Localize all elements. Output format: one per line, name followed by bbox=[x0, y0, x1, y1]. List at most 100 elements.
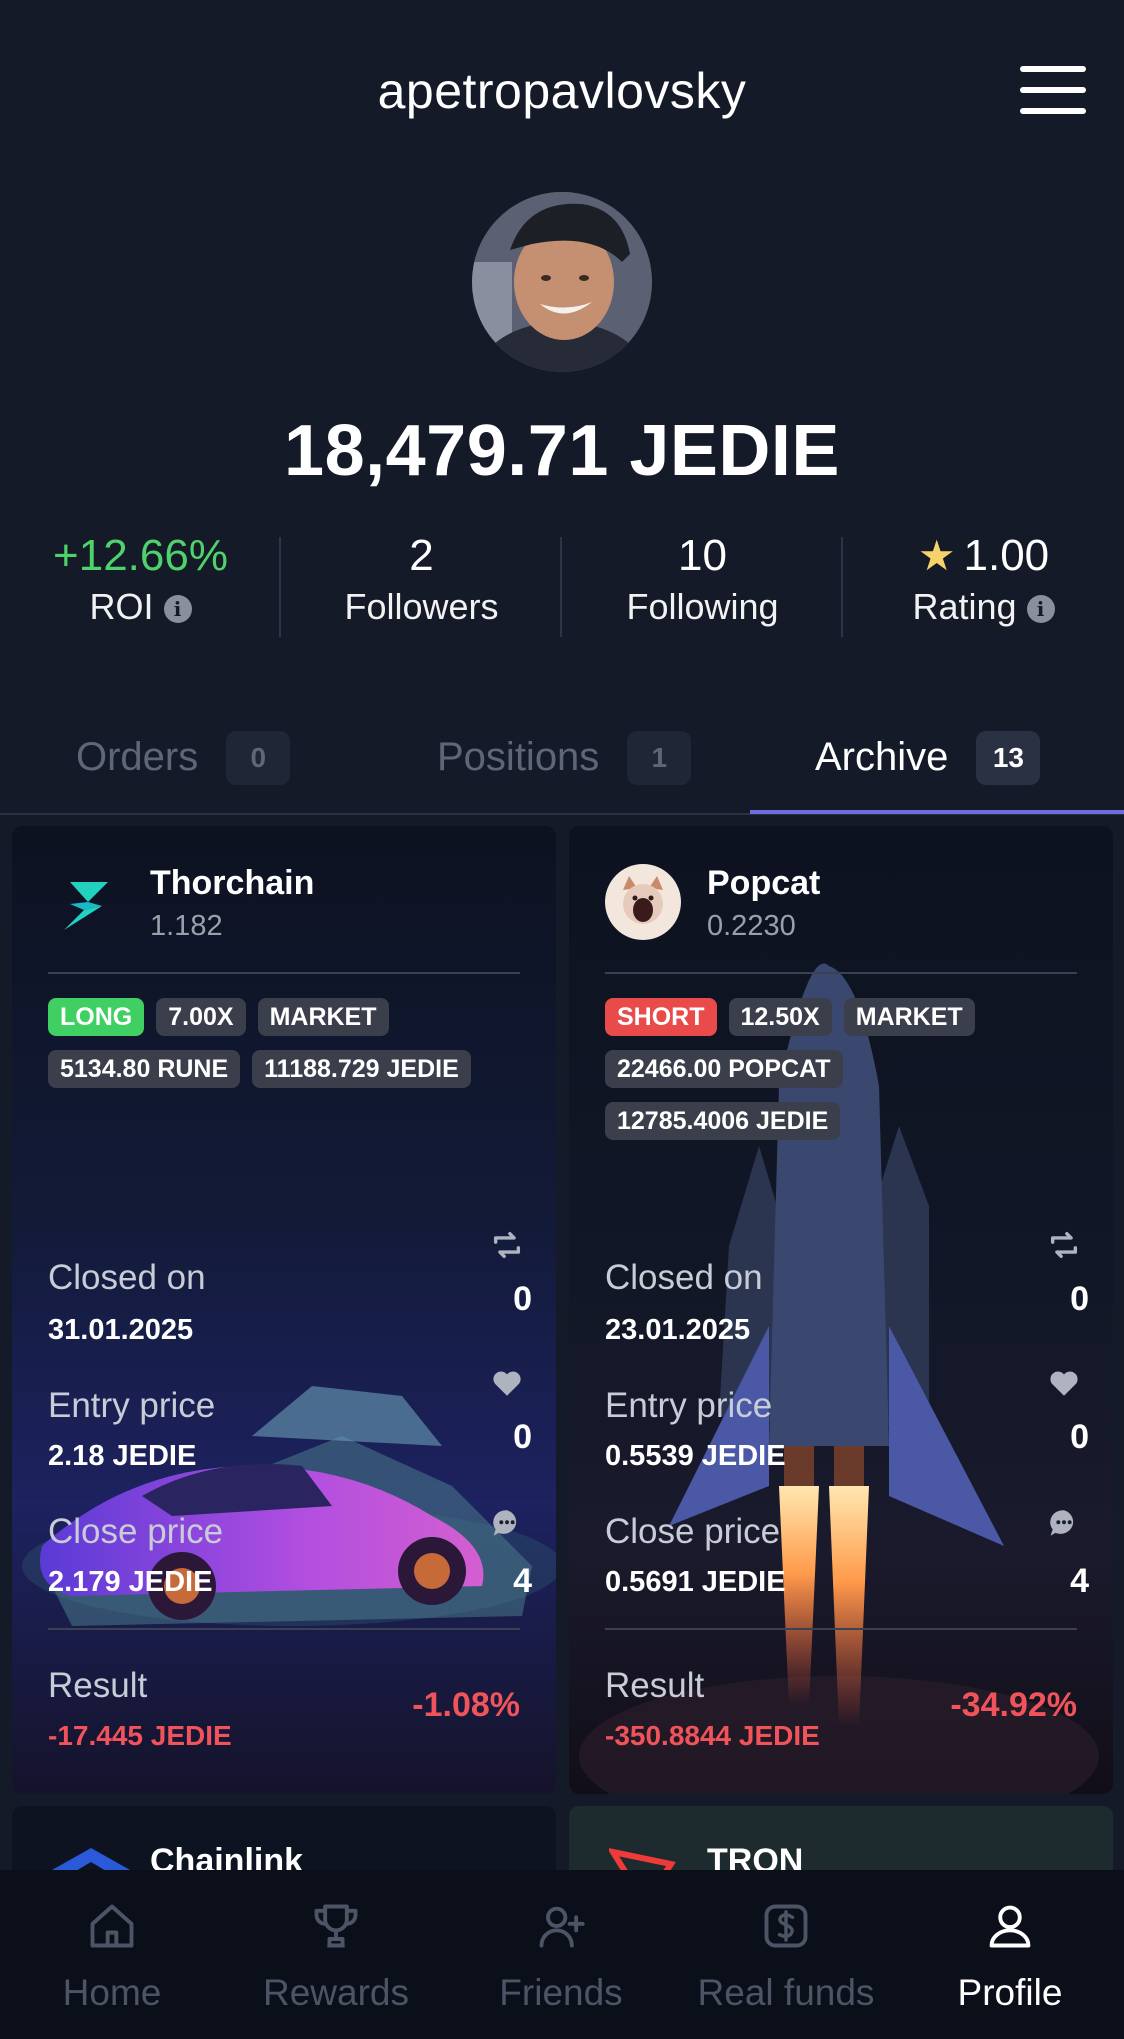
popcat-logo-icon bbox=[605, 864, 681, 940]
hamburger-menu-icon[interactable] bbox=[1020, 66, 1086, 114]
rating-value: 1.00 bbox=[963, 531, 1050, 580]
trade-card[interactable]: Thorchain 1.182 LONG 7.00X MARKET 5134.8… bbox=[12, 826, 556, 1794]
bottom-navigation: Home Rewards Friends Real funds Profile bbox=[0, 1870, 1124, 2039]
comment-icon[interactable] bbox=[490, 1506, 524, 1540]
coin-price: 1.182 bbox=[150, 910, 223, 942]
avatar[interactable] bbox=[472, 192, 652, 372]
coin-name: Thorchain bbox=[150, 864, 315, 902]
value-badge: 11188.729 JEDIE bbox=[252, 1050, 471, 1088]
add-user-icon bbox=[539, 1906, 585, 1948]
tabs: Orders 0 Positions 1 Archive 13 bbox=[0, 700, 1124, 815]
active-tab-indicator bbox=[750, 810, 1124, 814]
username-title: apetropavlovsky bbox=[377, 63, 747, 119]
result-value: -17.445 JEDIE bbox=[48, 1720, 232, 1751]
divider bbox=[605, 1628, 1077, 1630]
amount-badge: 5134.80 RUNE bbox=[48, 1050, 241, 1088]
divider bbox=[560, 537, 562, 637]
nav-profile[interactable]: Profile bbox=[898, 1870, 1122, 2039]
direction-badge: LONG bbox=[48, 998, 145, 1036]
stat-rating: ★ 1.00 Rating i bbox=[843, 530, 1124, 628]
result-percent: -34.92% bbox=[950, 1686, 1077, 1724]
divider bbox=[605, 972, 1077, 974]
close-price-label: Close price bbox=[48, 1512, 224, 1551]
rating-label: Rating bbox=[912, 585, 1017, 627]
close-price-value: 2.179 JEDIE bbox=[48, 1566, 213, 1598]
closed-on-label: Closed on bbox=[48, 1258, 206, 1297]
star-icon: ★ bbox=[917, 532, 956, 579]
nav-rewards[interactable]: Rewards bbox=[224, 1870, 448, 2039]
tab-positions[interactable]: Positions 1 bbox=[437, 700, 692, 815]
tab-archive[interactable]: Archive 13 bbox=[815, 700, 1041, 815]
roi-label: ROI bbox=[89, 585, 154, 627]
info-icon[interactable]: i bbox=[163, 595, 192, 624]
result-label: Result bbox=[605, 1666, 705, 1705]
trade-tags: LONG 7.00X MARKET 5134.80 RUNE 11188.729… bbox=[48, 998, 528, 1102]
tab-orders[interactable]: Orders 0 bbox=[76, 700, 291, 815]
following-label: Following bbox=[626, 585, 779, 627]
home-icon bbox=[90, 1904, 134, 1948]
order-type-badge: MARKET bbox=[257, 998, 389, 1036]
result-value: -350.8844 JEDIE bbox=[605, 1720, 820, 1751]
direction-badge: SHORT bbox=[605, 998, 717, 1036]
tab-label: Orders bbox=[76, 735, 199, 779]
stat-followers[interactable]: 2 Followers bbox=[281, 530, 562, 628]
tab-count-badge: 0 bbox=[226, 730, 291, 785]
divider bbox=[841, 537, 843, 637]
coin-price: 0.2230 bbox=[707, 910, 796, 942]
trade-card[interactable]: Popcat 0.2230 SHORT 12.50X MARKET 22466.… bbox=[569, 826, 1113, 1794]
nav-label: Friends bbox=[499, 1972, 623, 2013]
trade-tags: SHORT 12.50X MARKET 22466.00 POPCAT 1278… bbox=[605, 998, 1085, 1154]
nav-label: Profile bbox=[957, 1972, 1063, 2013]
amount-badge: 22466.00 POPCAT bbox=[605, 1050, 843, 1088]
repost-icon[interactable] bbox=[490, 1228, 524, 1262]
stat-following[interactable]: 10 Following bbox=[562, 530, 843, 628]
repost-count: 0 bbox=[1070, 1280, 1089, 1318]
entry-price-label: Entry price bbox=[48, 1386, 216, 1425]
divider bbox=[48, 972, 520, 974]
trophy-icon bbox=[314, 1904, 358, 1948]
nav-label: Real funds bbox=[697, 1972, 875, 2013]
stat-roi: +12.66% ROI i bbox=[0, 530, 281, 628]
nav-label: Rewards bbox=[263, 1972, 409, 2013]
stats-bar: +12.66% ROI i 2 Followers 10 Following ★ 1… bbox=[0, 530, 1124, 640]
dollar-wallet-icon bbox=[764, 1904, 808, 1948]
order-type-badge: MARKET bbox=[843, 998, 975, 1036]
close-price-value: 0.5691 JEDIE bbox=[605, 1566, 786, 1598]
entry-price-label: Entry price bbox=[605, 1386, 773, 1425]
divider bbox=[48, 1628, 520, 1630]
close-price-label: Close price bbox=[605, 1512, 781, 1551]
value-badge: 12785.4006 JEDIE bbox=[605, 1102, 841, 1140]
leverage-badge: 7.00X bbox=[156, 998, 246, 1036]
followers-value: 2 bbox=[409, 531, 434, 580]
nav-label: Home bbox=[62, 1972, 162, 2013]
user-icon bbox=[989, 1905, 1031, 1948]
like-count: 0 bbox=[1070, 1418, 1089, 1456]
tab-count-badge: 1 bbox=[627, 730, 692, 785]
comment-count: 4 bbox=[1070, 1562, 1089, 1600]
repost-icon[interactable] bbox=[1047, 1228, 1081, 1262]
entry-price-value: 2.18 JEDIE bbox=[48, 1440, 197, 1472]
comment-count: 4 bbox=[513, 1562, 532, 1600]
heart-icon[interactable] bbox=[1047, 1366, 1081, 1400]
entry-price-value: 0.5539 JEDIE bbox=[605, 1440, 786, 1472]
closed-on-label: Closed on bbox=[605, 1258, 763, 1297]
repost-count: 0 bbox=[513, 1280, 532, 1318]
nav-home[interactable]: Home bbox=[0, 1870, 224, 2039]
tab-label: Archive bbox=[815, 735, 949, 779]
coin-name: Popcat bbox=[707, 864, 821, 902]
following-value: 10 bbox=[678, 531, 727, 580]
divider bbox=[279, 537, 281, 637]
result-percent: -1.08% bbox=[412, 1686, 520, 1724]
tab-label: Positions bbox=[437, 735, 600, 779]
closed-on-value: 23.01.2025 bbox=[605, 1314, 751, 1346]
nav-real-funds[interactable]: Real funds bbox=[674, 1870, 898, 2039]
heart-icon[interactable] bbox=[490, 1366, 524, 1400]
thorchain-logo-icon bbox=[64, 882, 108, 930]
info-icon[interactable]: i bbox=[1026, 595, 1055, 624]
leverage-badge: 12.50X bbox=[728, 998, 832, 1036]
roi-value: +12.66% bbox=[53, 531, 228, 580]
nav-friends[interactable]: Friends bbox=[449, 1870, 673, 2039]
comment-icon[interactable] bbox=[1047, 1506, 1081, 1540]
result-label: Result bbox=[48, 1666, 148, 1705]
header: apetropavlovsky bbox=[0, 0, 1124, 185]
